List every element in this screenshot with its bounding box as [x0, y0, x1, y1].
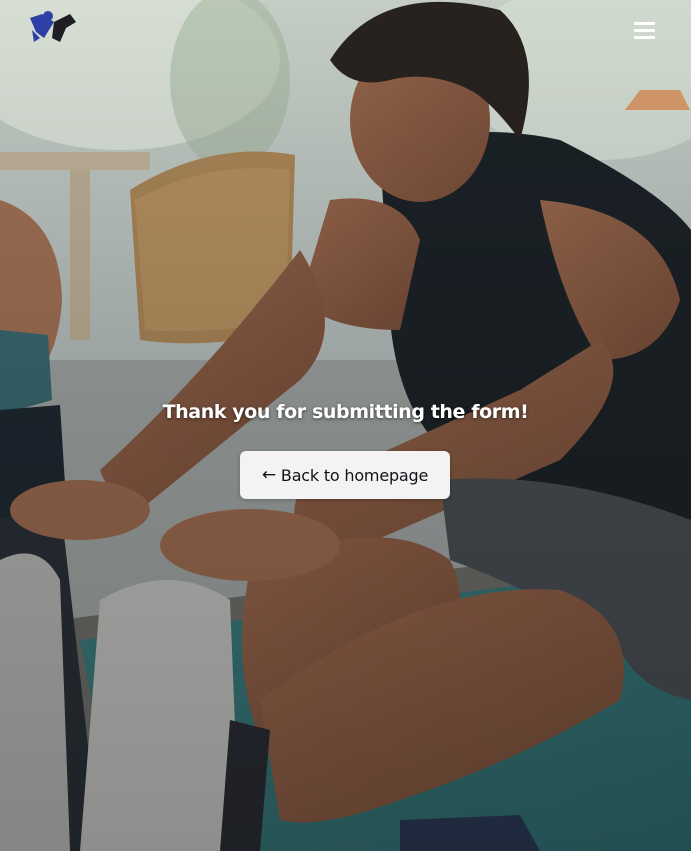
hero-background-photo	[0, 0, 691, 851]
menu-bar	[634, 22, 655, 25]
weightlifter-logo-icon[interactable]	[26, 8, 78, 48]
menu-bar	[634, 29, 655, 32]
back-button-label: Back to homepage	[280, 465, 429, 485]
hamburger-menu-icon[interactable]	[634, 22, 655, 42]
menu-bar	[634, 36, 655, 39]
back-to-homepage-button[interactable]: ← Back to homepage	[240, 451, 450, 499]
thank-you-message: Thank you for submitting the form!	[162, 401, 529, 423]
arrow-left-icon: ←	[261, 464, 276, 485]
